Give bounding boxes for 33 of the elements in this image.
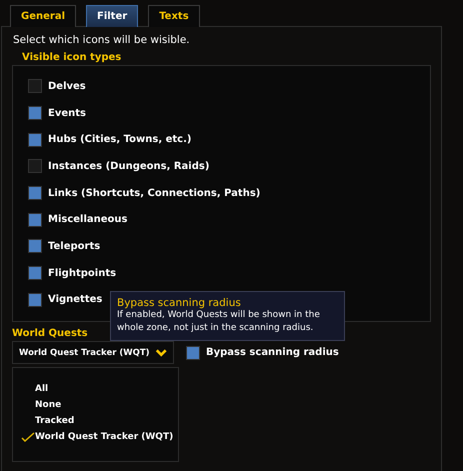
checkbox[interactable] [28,239,42,254]
checkbox[interactable] [28,266,42,280]
dropdown[interactable]: World Quest Tracker (WQT) [12,341,174,364]
tab[interactable]: Texts [148,5,200,27]
checkbox[interactable] [186,346,200,360]
menu-item[interactable]: Tracked [35,416,74,426]
checkbox-label: Miscellaneous [48,214,128,226]
checkbox[interactable] [28,212,42,227]
menu-item[interactable]: All [35,384,48,394]
checkbox-label: Vignettes [48,294,102,306]
checkbox[interactable] [28,292,42,307]
tooltip-text: If enabled, World Quests will be shown in the whole zone, not just in the scanning radius. [117,309,321,335]
checkbox[interactable] [28,132,42,147]
checkbox-label: Events [48,108,86,119]
checkbox[interactable] [28,106,42,120]
tooltip-title: Bypass scanning radius [117,297,242,309]
section-title: Visible icon types [22,52,122,63]
menu-item[interactable]: None [35,400,62,410]
tab[interactable]: General [10,5,76,27]
checkbox-label: Hubs (Cities, Towns, etc.) [48,134,192,146]
tab[interactable]: Filter [86,5,138,27]
checkbox[interactable] [28,159,42,174]
checkbox-label: Teleports [48,240,100,252]
checkbox-label: Flightpoints [48,268,116,279]
checkbox-label: Delves [48,80,86,92]
checkbox-label: Links (Shortcuts, Connections, Paths) [48,188,260,199]
chevron-icon [154,348,167,358]
checkbox[interactable] [28,186,42,200]
menu-item[interactable]: World Quest Tracker (WQT) [35,432,174,442]
checkbox-label: Bypass scanning radius [206,347,339,358]
intro-text: Select which icons will be wisible. [13,34,191,46]
checkbox-label: Instances (Dungeons, Raids) [48,160,210,172]
checkbox[interactable] [28,79,42,94]
